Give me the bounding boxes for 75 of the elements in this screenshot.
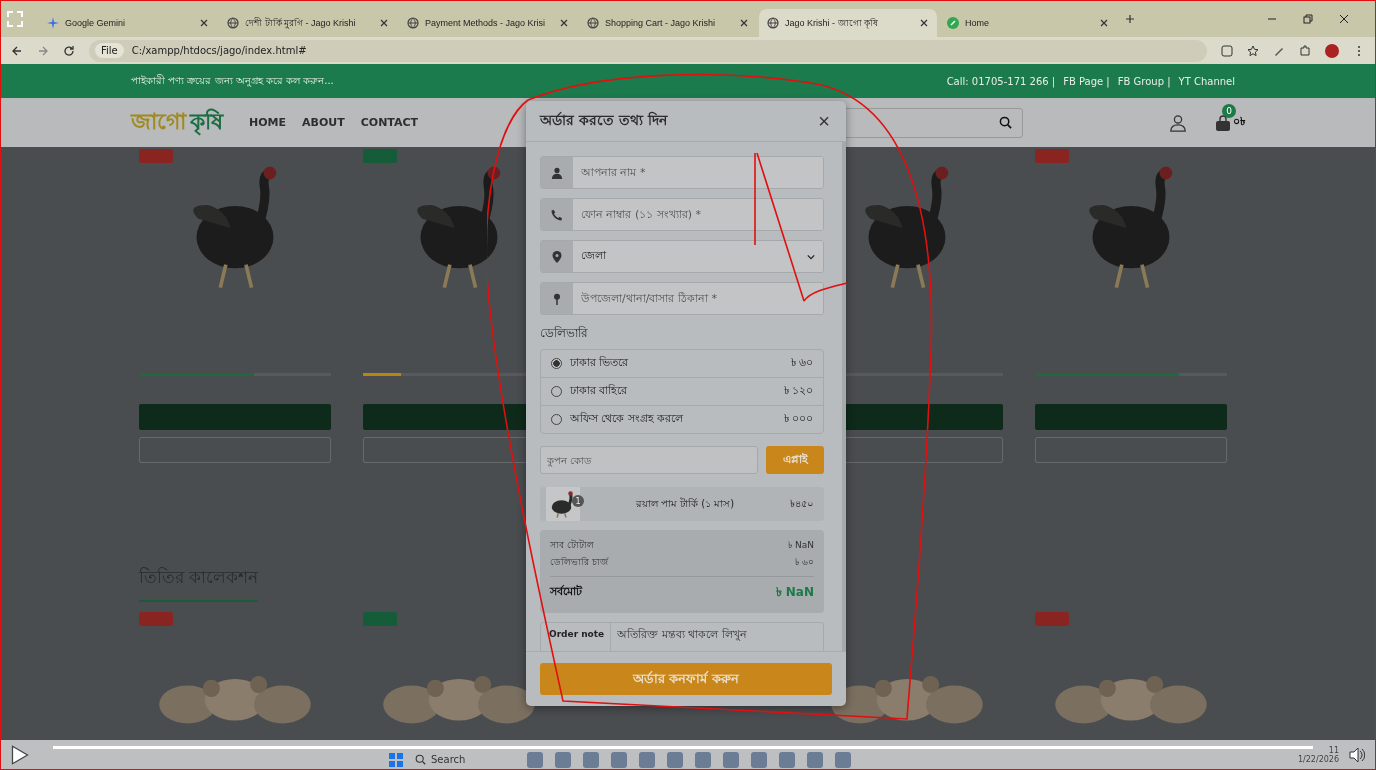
file-chip[interactable]: File xyxy=(95,43,124,59)
volume-icon[interactable] xyxy=(1349,746,1365,763)
close-icon[interactable] xyxy=(1099,18,1109,28)
new-tab-icon[interactable] xyxy=(1125,14,1135,24)
profile-avatar[interactable] xyxy=(1325,43,1339,58)
globe-icon xyxy=(407,17,419,29)
nav-link[interactable]: HOME xyxy=(249,116,287,130)
globe-icon xyxy=(227,17,239,29)
option-price: ৳ ৬০ xyxy=(790,355,813,371)
close-icon[interactable] xyxy=(379,18,389,28)
bag-icon[interactable] xyxy=(1215,114,1231,131)
option-price: ৳ ১২০ xyxy=(783,383,813,399)
browser-tab[interactable]: Shopping Cart - Jago Krishi xyxy=(579,9,757,37)
sparkle-icon xyxy=(47,17,59,29)
option-price: ৳ ০০০ xyxy=(783,411,813,427)
clock-time: 11 xyxy=(1328,745,1339,755)
option-label: ঢাকার ভিতরে xyxy=(570,355,629,371)
browser-tab[interactable]: দেশী টার্কি মুরগি - Jago Krishi xyxy=(219,9,397,37)
notice-text: পাইকারী পণ্য ক্রয়ের জন্য অনুগ্রহ করে কল করুন... xyxy=(131,73,334,89)
browser-tab[interactable]: Google Gemini xyxy=(39,9,217,37)
note-label: Order note xyxy=(541,623,612,651)
summary-value: ৳ NaN xyxy=(788,539,814,552)
option-label: ঢাকার বাহিরে xyxy=(570,383,628,399)
user-icon[interactable] xyxy=(1169,113,1187,132)
cart-total: ০৳ xyxy=(1233,114,1245,131)
nav-link[interactable]: ABOUT xyxy=(302,116,345,130)
globe-icon xyxy=(587,17,599,29)
item-name: রয়াল পাম টার্কি (১ মাস) xyxy=(634,496,736,511)
note-input[interactable]: অতিরিক্ত মন্তব্য থাকলে লিখুন xyxy=(611,623,823,645)
leaf-icon xyxy=(947,17,959,29)
close-button[interactable]: × xyxy=(816,111,832,131)
close-icon[interactable] xyxy=(739,18,749,28)
browser-tab[interactable]: Payment Methods - Jago Krisi xyxy=(399,9,577,37)
top-link[interactable]: FB Page | xyxy=(1063,75,1110,87)
close-icon[interactable] xyxy=(559,18,569,28)
top-link[interactable]: YT Channel xyxy=(1178,75,1235,87)
dialog-title: অর্ডার করতে তথ্য দিন xyxy=(540,110,667,130)
summary-label: সাব টোটাল xyxy=(550,538,594,552)
summary-value: ৳ ৬০ xyxy=(795,556,814,569)
note-field[interactable]: Order note অতিরিক্ত মন্তব্য থাকলে লিখুন xyxy=(540,622,824,651)
back-icon[interactable] xyxy=(11,44,23,57)
search-icon[interactable] xyxy=(999,116,1012,130)
summary-label: ডেলিভারি চার্জ xyxy=(550,556,608,569)
cart-count-badge: 0 xyxy=(1222,104,1236,119)
windows-icon[interactable] xyxy=(389,752,403,767)
close-icon[interactable] xyxy=(199,18,209,28)
restore-icon[interactable] xyxy=(1303,14,1313,24)
delivery-label: ডেলিভারি xyxy=(540,325,589,342)
turkey-thumbnail xyxy=(546,487,580,521)
forward-icon[interactable] xyxy=(37,44,49,57)
browser-tab[interactable]: Home xyxy=(939,9,1117,37)
search-icon[interactable] xyxy=(415,754,426,766)
total-label: সর্বমোট xyxy=(550,584,582,600)
delivery-option[interactable]: ঢাকার বাহিরে ৳ ১২০ xyxy=(541,378,823,406)
total-value: ৳ NaN xyxy=(775,584,814,601)
taskbar-search[interactable]: Search xyxy=(415,754,515,766)
play-icon[interactable] xyxy=(11,744,29,765)
reload-icon[interactable] xyxy=(63,44,75,57)
top-link[interactable]: Call: 01705-171 266 | xyxy=(946,75,1056,87)
browser-tab[interactable]: Jago Krishi - জাগো কৃষি xyxy=(759,9,937,37)
option-label: অফিস থেকে সংগ্রহ করলে xyxy=(570,411,684,427)
delivery-option[interactable]: ঢাকার ভিতরে ৳ ৬০ xyxy=(541,350,823,378)
top-link[interactable]: FB Group | xyxy=(1117,75,1171,87)
close-icon[interactable] xyxy=(1339,14,1349,24)
coupon-input[interactable]: কুপন কোড xyxy=(540,446,758,474)
delivery-option[interactable]: অফিস থেকে সংগ্রহ করলে ৳ ০০০ xyxy=(541,406,823,433)
radio-button[interactable] xyxy=(551,358,562,369)
clock-date: 1/22/2026 xyxy=(1297,754,1339,764)
globe-icon xyxy=(767,17,779,29)
address-bar[interactable]: File C:/xampp/htdocs/jago/index.html# xyxy=(89,39,1207,62)
star-icon[interactable] xyxy=(1247,44,1259,57)
item-price: ৳৪৫০ xyxy=(790,496,814,511)
nav-link[interactable]: CONTACT xyxy=(360,116,419,130)
close-icon[interactable] xyxy=(919,18,929,28)
progress-track[interactable] xyxy=(53,746,1313,749)
